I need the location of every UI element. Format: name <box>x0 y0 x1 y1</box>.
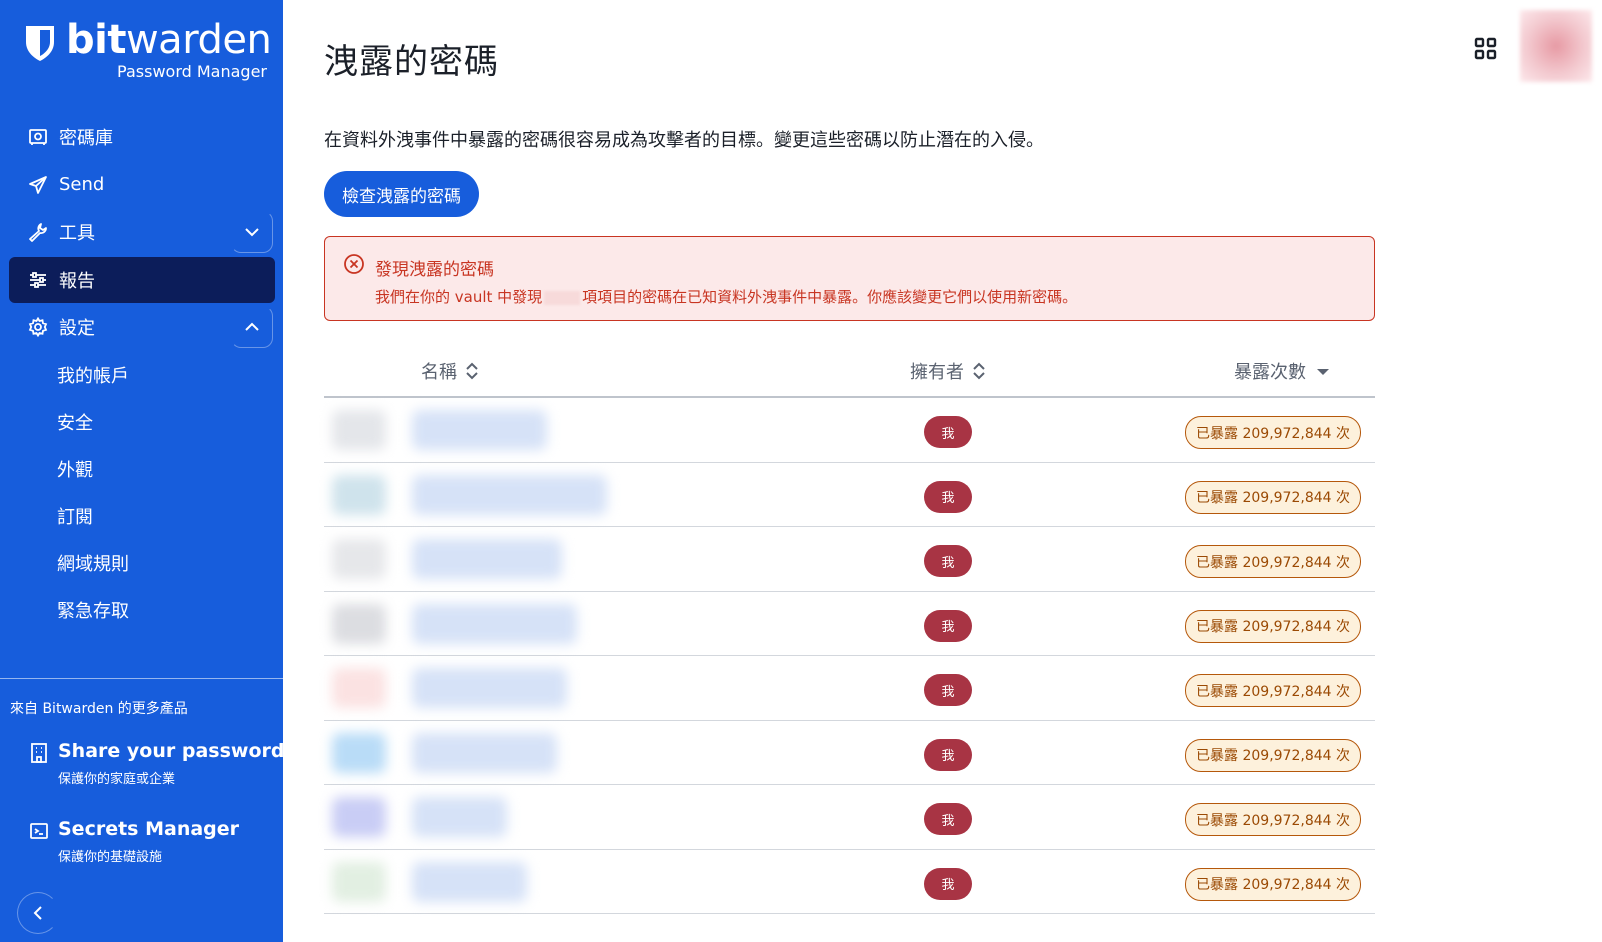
terminal-icon <box>30 823 48 839</box>
owner-badge: 我 <box>924 416 972 448</box>
exposed-count-badge: 已暴露 209,972,844 次 <box>1185 738 1361 772</box>
tools-expand-toggle[interactable] <box>231 211 273 253</box>
exposed-count-badge: 已暴露 209,972,844 次 <box>1185 674 1361 707</box>
vault-icon <box>27 126 49 148</box>
table-row[interactable]: 我 已暴露 209,972,844 次 <box>324 850 1375 914</box>
nav-sub-security[interactable]: 安全 <box>9 399 275 445</box>
nav-sub-subscription[interactable]: 訂閱 <box>9 493 275 539</box>
sort-desc-icon <box>1317 369 1329 375</box>
avatar[interactable] <box>1520 10 1592 82</box>
product-name: Secrets Manager <box>58 818 240 840</box>
alert-body-start: 我們在你的 vault 中發現 <box>375 288 543 306</box>
nav-item-settings[interactable]: 設定 <box>9 304 275 350</box>
product-name: Share your passwords <box>58 740 296 762</box>
product-desc: 保護你的家庭或企業 <box>58 772 176 787</box>
product-switcher-icon[interactable] <box>1473 36 1499 62</box>
exposed-count-badge: 已暴露 209,972,844 次 <box>1185 545 1361 578</box>
main-content: 洩露的密碼 在資料外洩事件中暴露的密碼很容易成為攻擊者的目標。變更這些密碼以防止… <box>283 0 1602 942</box>
chevron-down-icon <box>245 228 259 237</box>
send-icon <box>27 174 49 196</box>
owner-badge: 我 <box>924 545 972 577</box>
nav-sub-appearance[interactable]: 外觀 <box>9 446 275 492</box>
column-header-exposed[interactable]: 暴露次數 <box>1234 358 1332 384</box>
owner-badge: 我 <box>924 867 972 900</box>
table-header: 名稱 擁有者 暴露次數 <box>324 348 1375 398</box>
table-row[interactable]: 我 已暴露 209,972,844 次 <box>324 785 1375 850</box>
nav-item-vault[interactable]: 密碼庫 <box>9 114 275 160</box>
alert-body: 我們在你的 vault 中發現 項項目的密碼在已知資料外洩事件中暴露。你應該變更它… <box>375 286 1077 307</box>
product-desc: 保護你的基礎設施 <box>58 850 163 865</box>
sidebar: bitwarden Password Manager 密碼庫 Send 工具 報… <box>0 0 296 942</box>
error-circle-icon <box>344 254 364 274</box>
redacted-count <box>544 290 581 305</box>
owner-badge: 我 <box>924 738 972 771</box>
collapse-sidebar-button[interactable] <box>17 892 59 934</box>
wrench-icon <box>27 221 49 243</box>
sort-icon <box>466 362 478 380</box>
nav-item-send[interactable]: Send <box>9 162 275 208</box>
sort-icon <box>973 362 985 380</box>
check-exposed-passwords-button[interactable]: 檢查洩露的密碼 <box>324 171 479 217</box>
exposed-count-badge: 已暴露 209,972,844 次 <box>1185 867 1361 901</box>
nav-sub-emergency-access[interactable]: 緊急存取 <box>9 587 275 633</box>
nav-item-label: 報告 <box>59 270 95 292</box>
exposed-passwords-table: 名稱 擁有者 暴露次數 我 已暴露 209,972,844 次 我 已暴露 20… <box>324 348 1375 914</box>
table-row[interactable]: 我 已暴露 209,972,844 次 <box>324 721 1375 785</box>
column-label: 暴露次數 <box>1234 362 1306 383</box>
nav-item-label: 密碼庫 <box>59 128 113 149</box>
column-label: 名稱 <box>421 362 457 383</box>
page-description: 在資料外洩事件中暴露的密碼很容易成為攻擊者的目標。變更這些密碼以防止潛在的入侵。 <box>324 130 1044 151</box>
chevron-left-icon <box>33 906 42 920</box>
bitwarden-logo[interactable]: bitwarden Password Manager <box>22 18 272 82</box>
nav-item-label: 工具 <box>59 223 95 244</box>
exposed-passwords-alert: 發現洩露的密碼 我們在你的 vault 中發現 項項目的密碼在已知資料外洩事件中暴… <box>324 236 1375 321</box>
gear-icon <box>27 316 49 338</box>
settings-collapse-toggle[interactable] <box>231 306 273 348</box>
table-row[interactable]: 我 已暴露 209,972,844 次 <box>324 656 1375 721</box>
table-row[interactable]: 我 已暴露 209,972,844 次 <box>324 463 1375 527</box>
chevron-up-icon <box>245 322 259 331</box>
sliders-icon <box>27 269 49 291</box>
nav-item-reports[interactable]: 報告 <box>9 256 275 303</box>
exposed-count-badge: 已暴露 209,972,844 次 <box>1185 416 1361 449</box>
nav-sub-domain-rules[interactable]: 網域規則 <box>9 540 275 586</box>
exposed-count-badge: 已暴露 209,972,844 次 <box>1185 803 1361 836</box>
alert-body-end: 項項目的密碼在已知資料外洩事件中暴露。你應該變更它們以使用新密碼。 <box>582 288 1078 306</box>
exposed-count-badge: 已暴露 209,972,844 次 <box>1185 480 1361 514</box>
owner-badge: 我 <box>924 674 972 706</box>
shield-icon <box>26 26 54 61</box>
alert-title: 發現洩露的密碼 <box>375 260 494 280</box>
table-row[interactable]: 我 已暴露 209,972,844 次 <box>324 527 1375 592</box>
nav-sub-my-account[interactable]: 我的帳戶 <box>9 352 275 398</box>
sidebar-divider <box>0 678 283 679</box>
more-products-title: 來自 Bitwarden 的更多產品 <box>10 701 188 717</box>
exposed-count-badge: 已暴露 209,972,844 次 <box>1185 609 1361 643</box>
page-title: 洩露的密碼 <box>324 42 499 82</box>
owner-badge: 我 <box>924 480 972 513</box>
owner-badge: 我 <box>924 609 972 642</box>
column-header-owner[interactable]: 擁有者 <box>910 358 986 384</box>
building-icon <box>31 743 47 763</box>
table-row[interactable]: 我 已暴露 209,972,844 次 <box>324 398 1375 463</box>
table-row[interactable]: 我 已暴露 209,972,844 次 <box>324 592 1375 656</box>
owner-badge: 我 <box>924 803 972 835</box>
column-label: 擁有者 <box>910 362 964 383</box>
nav-item-label: Send <box>59 174 105 195</box>
logo-wordmark: bitwarden <box>66 17 272 63</box>
column-header-name[interactable]: 名稱 <box>421 358 479 384</box>
nav-item-tools[interactable]: 工具 <box>9 209 275 255</box>
nav-item-label: 設定 <box>59 318 95 339</box>
nav-menu: 密碼庫 Send 工具 報告 設定 我的帳戶 安全 外觀 訂閱 網域規則 緊急存… <box>9 114 275 635</box>
logo-subtitle: Password Manager <box>117 62 267 81</box>
